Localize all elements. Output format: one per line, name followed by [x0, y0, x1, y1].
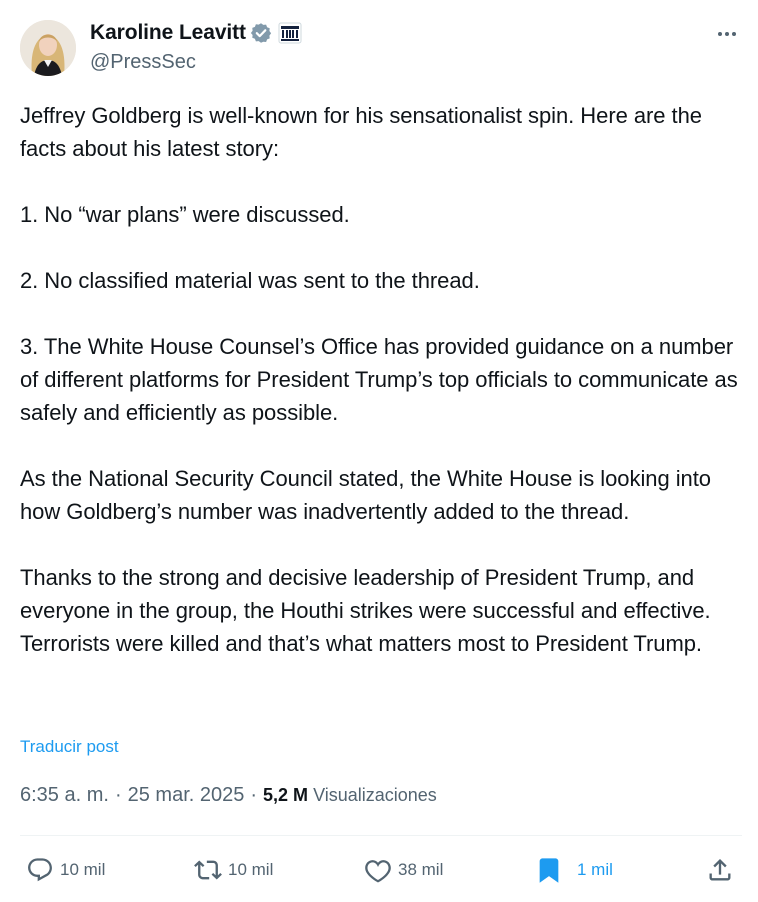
post-header: Karoline Leavitt @PressSec	[20, 18, 742, 80]
share-button[interactable]	[706, 850, 740, 890]
repost-count: 10 mil	[228, 860, 274, 879]
white-house-icon[interactable]	[278, 22, 302, 44]
reply-button[interactable]: 10 mil	[26, 850, 105, 890]
meta-separator: ·	[250, 784, 258, 806]
like-button[interactable]: 38 mil	[364, 850, 443, 890]
meta-separator: ·	[114, 784, 122, 806]
action-bar: 10 mil 10 mil 38 mil 1 mil	[20, 850, 742, 890]
translate-post-link[interactable]: Traducir post	[20, 737, 119, 757]
post-meta: 6:35 a. m. · 25 mar. 2025 · 5,2 M Visual…	[20, 784, 437, 807]
post-time[interactable]: 6:35 a. m.	[20, 784, 109, 807]
post-date[interactable]: 25 mar. 2025	[128, 784, 245, 807]
divider	[20, 835, 742, 836]
reply-count: 10 mil	[60, 860, 106, 879]
author-names: Karoline Leavitt @PressSec	[90, 20, 302, 74]
name-row: Karoline Leavitt	[90, 20, 302, 46]
display-name[interactable]: Karoline Leavitt	[90, 21, 246, 45]
handle[interactable]: @PressSec	[90, 51, 302, 74]
bookmark-button[interactable]: 1 mil	[535, 850, 613, 890]
views-label: Visualizaciones	[313, 785, 437, 805]
views-count: 5,2 M	[263, 785, 309, 805]
verified-badge-icon[interactable]	[250, 22, 272, 44]
heart-icon	[365, 860, 391, 883]
more-options-icon[interactable]	[712, 22, 742, 46]
share-icon	[709, 859, 731, 881]
avatar[interactable]	[20, 20, 76, 76]
bookmark-count: 1 mil	[577, 860, 613, 879]
repost-icon	[194, 860, 222, 880]
like-count: 38 mil	[398, 860, 444, 879]
repost-button[interactable]: 10 mil	[194, 850, 273, 890]
post-text: Jeffrey Goldberg is well-known for his s…	[20, 103, 738, 656]
bookmark-icon	[539, 858, 559, 883]
comment-icon	[28, 858, 52, 882]
